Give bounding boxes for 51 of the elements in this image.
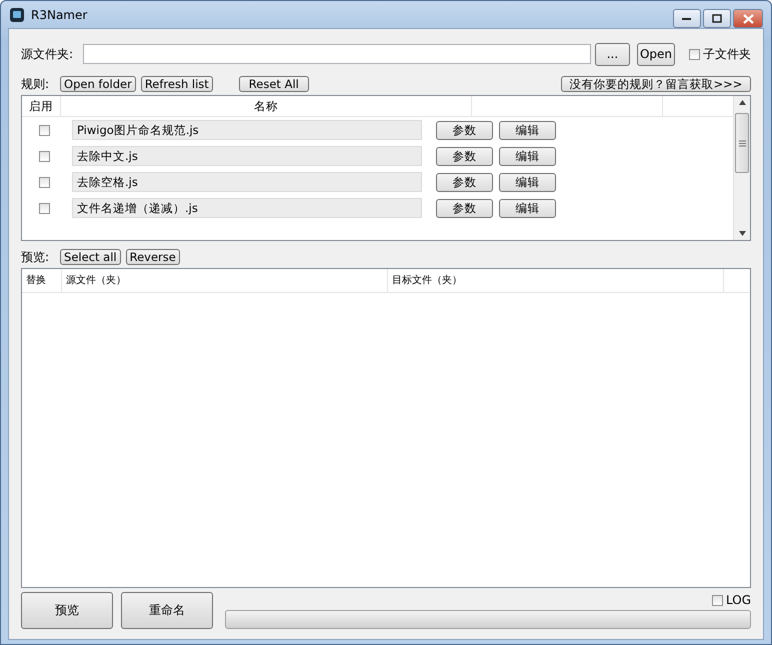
rule-name-field: 去除空格.js: [72, 172, 422, 192]
edit-button[interactable]: 编辑: [499, 120, 556, 140]
rules-toolbar-button[interactable]: Reset All: [238, 76, 309, 92]
subfolder-checkbox[interactable]: [689, 48, 700, 60]
grip-icon: [738, 140, 746, 146]
enable-checkbox[interactable]: [38, 202, 50, 214]
minimize-button[interactable]: [673, 9, 701, 28]
log-label: LOG: [726, 593, 751, 607]
column-header: 启用: [22, 96, 61, 116]
scroll-up-icon[interactable]: [738, 100, 746, 105]
column-header: 名称: [61, 96, 472, 116]
subfolder-label: 子文件夹: [703, 46, 751, 62]
browse-button[interactable]: ...: [594, 42, 630, 66]
maximize-button[interactable]: [703, 9, 731, 28]
preview-label: 预览:: [21, 248, 50, 266]
app-icon: [9, 6, 25, 22]
window-title: R3Namer: [31, 8, 88, 22]
scroll-down-icon[interactable]: [738, 231, 746, 236]
rules-toolbar-button[interactable]: Refresh list: [140, 76, 213, 92]
source-folder-field[interactable]: [83, 44, 591, 64]
parameters-button[interactable]: 参数: [436, 120, 493, 140]
rules-toolbar-button[interactable]: Open folder: [60, 76, 136, 92]
rename-button[interactable]: 重命名: [121, 592, 213, 629]
edit-button[interactable]: 编辑: [499, 198, 556, 218]
enable-checkbox[interactable]: [38, 124, 50, 136]
minimize-icon: [682, 16, 692, 20]
request-rule-button[interactable]: 没有你要的规则？留言获取>>>: [561, 76, 751, 92]
rule-name-field: Piwigo图片命名规范.js: [72, 120, 422, 140]
edit-button[interactable]: 编辑: [499, 172, 556, 192]
rule-name-field: 文件名递增（递减）.js: [72, 198, 422, 218]
parameters-button[interactable]: 参数: [436, 198, 493, 218]
column-header: 替换: [22, 269, 62, 292]
parameters-button[interactable]: 参数: [436, 146, 493, 166]
close-icon: [742, 14, 754, 24]
source-folder-label: 源文件夹:: [21, 46, 74, 62]
open-button[interactable]: Open: [636, 42, 676, 66]
preview-toolbar-button[interactable]: Reverse: [126, 249, 180, 265]
maximize-icon: [712, 14, 722, 23]
log-checkbox[interactable]: [712, 594, 723, 606]
column-header: 源文件（夹）: [62, 269, 388, 292]
scrollbar[interactable]: [733, 96, 750, 240]
parameters-button[interactable]: 参数: [436, 172, 493, 192]
rules-label: 规则:: [21, 76, 50, 92]
close-button[interactable]: [733, 9, 763, 28]
edit-button[interactable]: 编辑: [499, 146, 556, 166]
enable-checkbox[interactable]: [38, 150, 50, 162]
preview-toolbar-button[interactable]: Select all: [60, 249, 121, 265]
enable-checkbox[interactable]: [38, 176, 50, 188]
rule-name-field: 去除中文.js: [72, 146, 422, 166]
preview-button[interactable]: 预览: [21, 592, 113, 629]
column-header: 目标文件（夹）: [388, 269, 724, 292]
